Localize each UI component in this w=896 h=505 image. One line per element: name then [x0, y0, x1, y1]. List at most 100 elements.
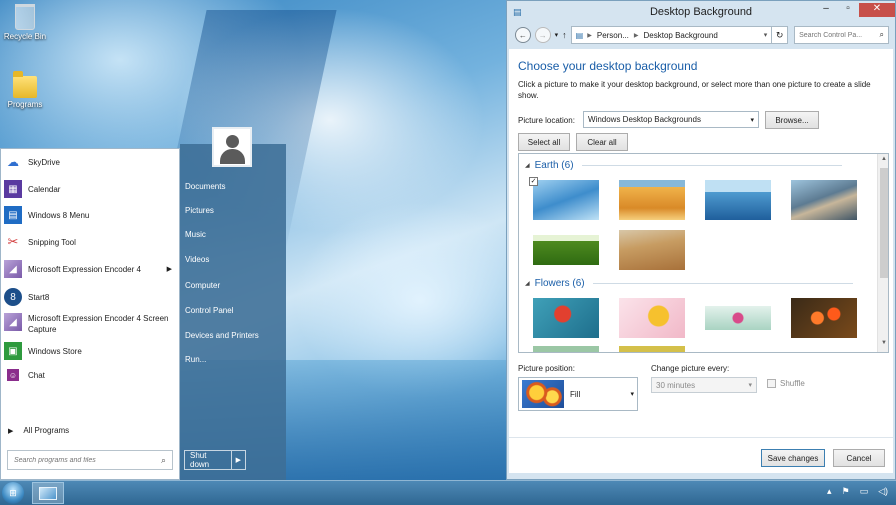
place-item-devices-printers[interactable]: Devices and Printers: [185, 331, 259, 340]
up-arrow-icon[interactable]: ↑: [562, 30, 567, 40]
thumbnail-checkbox-checked[interactable]: ✓: [529, 177, 538, 186]
forward-arrow-icon[interactable]: →: [534, 27, 551, 43]
collapse-triangle-icon[interactable]: ◢: [525, 280, 530, 287]
scroll-down-icon[interactable]: ▼: [878, 340, 888, 346]
wallpaper-thumbnail[interactable]: [619, 298, 685, 338]
wallpaper-thumbnail[interactable]: [533, 346, 599, 352]
start-item-calendar[interactable]: ▦ Calendar: [4, 180, 176, 198]
back-arrow-icon[interactable]: ←: [515, 27, 531, 43]
wallpaper-thumbnail[interactable]: [619, 230, 685, 270]
maximize-icon[interactable]: ▫: [837, 3, 859, 17]
group-header-flowers[interactable]: ◢ Flowers (6): [525, 278, 853, 289]
submenu-arrow-icon: ▶: [166, 266, 172, 273]
control-panel-search-input[interactable]: [799, 31, 876, 39]
folder-icon: [13, 71, 37, 98]
start-item-skydrive[interactable]: ☁ SkyDrive: [4, 153, 176, 171]
wallpaper-thumbnail[interactable]: [791, 180, 857, 220]
network-icon[interactable]: ▭: [860, 486, 869, 497]
start-item-windows-store[interactable]: ▣ Windows Store: [4, 342, 176, 360]
wallpaper-thumbnail[interactable]: [527, 174, 605, 226]
shuffle-checkbox-box[interactable]: [767, 379, 776, 388]
place-item-music[interactable]: Music: [185, 230, 206, 239]
desktop-icon-programs[interactable]: Programs: [0, 71, 50, 109]
group-header-label: Flowers (6): [534, 278, 585, 289]
group-divider: [592, 283, 853, 284]
place-item-run[interactable]: Run...: [185, 355, 206, 364]
triangle-right-icon: ▶: [8, 427, 14, 435]
start-item-label: Calendar: [28, 184, 61, 194]
desktop-background-window: ▤ Desktop Background – ▫ ✕ ← → ▾ ↑ ▤ ▶ P…: [506, 0, 896, 480]
start-item-snipping-tool[interactable]: ✂ Snipping Tool: [4, 233, 176, 251]
start-item-label: Snipping Tool: [28, 237, 76, 247]
desktop-icon-recycle-bin[interactable]: Recycle Bin: [0, 4, 50, 41]
place-item-control-panel[interactable]: Control Panel: [185, 306, 233, 315]
show-hidden-icons-icon[interactable]: ▴: [827, 486, 832, 497]
action-center-flag-icon[interactable]: ⚑: [841, 486, 849, 497]
wallpaper-thumbnail[interactable]: [533, 298, 599, 338]
start-item-windows8-menu[interactable]: ▤ Windows 8 Menu: [4, 206, 176, 224]
wallpaper-thumbnail[interactable]: [619, 346, 685, 352]
wallpaper-thumbnail[interactable]: [533, 235, 599, 265]
collapse-triangle-icon[interactable]: ◢: [525, 162, 530, 169]
save-changes-button[interactable]: Save changes: [761, 449, 825, 467]
page-description: Click a picture to make it your desktop …: [518, 80, 871, 100]
place-item-documents[interactable]: Documents: [185, 182, 225, 191]
calendar-icon: ▦: [4, 180, 22, 198]
wallpaper-thumbnail[interactable]: [705, 180, 771, 220]
breadcrumb-personalization[interactable]: Person...: [597, 31, 629, 40]
wallpaper-thumbnail[interactable]: [791, 298, 857, 338]
start-search-input[interactable]: [14, 456, 154, 464]
change-picture-every-value: 30 minutes: [656, 380, 696, 390]
minimize-icon[interactable]: –: [815, 3, 837, 17]
all-programs-button[interactable]: ▶ All Programs: [8, 426, 69, 435]
refresh-icon[interactable]: ↻: [772, 26, 789, 44]
picture-position-label: Picture position:: [518, 364, 575, 373]
user-avatar[interactable]: [212, 127, 252, 167]
scroll-up-icon[interactable]: ▲: [878, 156, 888, 162]
all-programs-label: All Programs: [23, 426, 70, 435]
screen-capture-icon: ◢: [4, 313, 22, 331]
window-titlebar[interactable]: ▤ Desktop Background – ▫ ✕: [507, 1, 895, 23]
select-all-button[interactable]: Select all: [518, 133, 570, 151]
search-icon[interactable]: ⌕: [880, 30, 884, 40]
place-item-videos[interactable]: Videos: [185, 255, 209, 264]
shutdown-button[interactable]: Shut down: [185, 451, 232, 469]
address-dropdown-icon[interactable]: ▾: [764, 31, 768, 39]
start-item-expression-encoder[interactable]: ◢ Microsoft Expression Encoder 4 ▶: [4, 260, 176, 278]
start-button[interactable]: ⊞: [2, 482, 24, 504]
shutdown-control: Shut down ▶: [184, 450, 246, 470]
browse-button[interactable]: Browse...: [765, 111, 819, 129]
change-picture-every-select[interactable]: 30 minutes ▾: [651, 377, 757, 393]
address-bar[interactable]: ▤ ▶ Person... ▶ Desktop Background ▾: [570, 26, 773, 44]
picture-location-select[interactable]: Windows Desktop Backgrounds ▾: [583, 111, 759, 128]
cancel-button[interactable]: Cancel: [833, 449, 885, 467]
avatar-body-icon: [220, 149, 245, 164]
start-item-label: Microsoft Expression Encoder 4 Screen Ca…: [28, 314, 169, 334]
breadcrumb-desktop-background[interactable]: Desktop Background: [644, 31, 718, 40]
volume-icon[interactable]: ◁): [878, 486, 888, 497]
place-item-pictures[interactable]: Pictures: [185, 206, 214, 215]
wallpaper-thumbnail[interactable]: [619, 180, 685, 220]
clear-all-button[interactable]: Clear all: [576, 133, 628, 151]
start-item-start8[interactable]: 8 Start8: [4, 288, 176, 306]
page-heading: Choose your desktop background: [518, 59, 698, 73]
control-panel-search-box[interactable]: ⌕: [794, 26, 890, 44]
window-content: Choose your desktop background Click a p…: [509, 49, 893, 473]
shuffle-checkbox[interactable]: Shuffle: [767, 379, 805, 388]
shutdown-options-arrow-icon[interactable]: ▶: [232, 456, 245, 464]
recent-locations-chevron-icon[interactable]: ▾: [555, 31, 559, 39]
start-item-chat[interactable]: ☺ Chat: [4, 369, 176, 381]
place-item-computer[interactable]: Computer: [185, 281, 220, 290]
start-item-encoder-screen-capture[interactable]: ◢ Microsoft Expression Encoder 4 Screen …: [4, 313, 176, 335]
group-header-earth[interactable]: ◢ Earth (6): [525, 160, 842, 171]
taskbar-app-desktop-background[interactable]: [32, 482, 64, 504]
start-search-box[interactable]: ⌕: [7, 450, 173, 470]
wallpaper-thumbnail[interactable]: [705, 306, 771, 330]
scrollbar-thumb[interactable]: [880, 168, 888, 278]
gallery-scrollbar[interactable]: ▲ ▼: [877, 154, 888, 352]
control-panel-icon[interactable]: ▤: [513, 7, 522, 18]
picture-position-select[interactable]: Fill ▾: [518, 377, 638, 411]
start-item-label: Start8: [28, 292, 50, 302]
search-icon[interactable]: ⌕: [161, 455, 166, 466]
close-icon[interactable]: ✕: [859, 3, 895, 17]
